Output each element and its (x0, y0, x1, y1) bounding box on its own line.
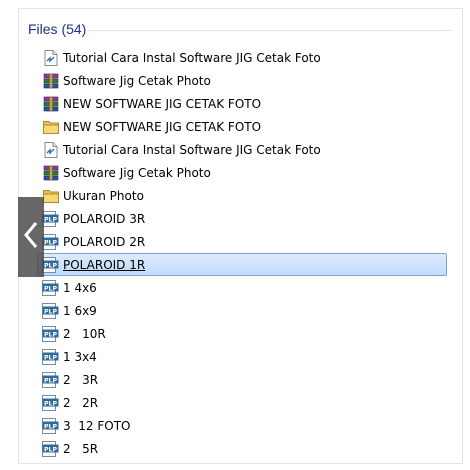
svg-text:PLP: PLP (44, 331, 57, 338)
plp-file-icon: PLP (42, 440, 59, 457)
file-list-item[interactable]: PLP 1 4x6 (37, 276, 447, 299)
plp-file-icon: PLP (42, 233, 59, 250)
file-list-item[interactable]: Software Jig Cetak Photo (37, 161, 447, 184)
back-button[interactable] (18, 197, 44, 277)
svg-text:PLP: PLP (44, 239, 57, 246)
file-name-label: 1 4x6 (63, 280, 97, 295)
plp-file-icon: PLP (42, 256, 59, 273)
file-list-item[interactable]: PLP 2 5R (37, 437, 447, 460)
svg-text:PLP: PLP (44, 423, 57, 430)
winrar-archive-icon (42, 95, 59, 112)
file-list-item[interactable]: PLP 3 12 FOTO (37, 414, 447, 437)
file-list-item[interactable]: Tutorial Cara Instal Software JIG Cetak … (37, 46, 447, 69)
file-list-item[interactable]: Software Jig Cetak Photo (37, 69, 447, 92)
file-name-label: Tutorial Cara Instal Software JIG Cetak … (63, 142, 321, 157)
svg-text:PLP: PLP (44, 446, 57, 453)
file-name-label: Tutorial Cara Instal Software JIG Cetak … (63, 50, 321, 65)
plp-file-icon: PLP (42, 348, 59, 365)
svg-text:PLP: PLP (44, 400, 57, 407)
file-name-label: 2 2R (63, 395, 99, 410)
file-list-item[interactable]: Tutorial Cara Instal Software JIG Cetak … (37, 138, 447, 161)
file-name-label: NEW SOFTWARE JIG CETAK FOTO (63, 96, 262, 111)
header-divider (89, 30, 452, 31)
text-document-icon (42, 49, 59, 66)
file-name-label: NEW SOFTWARE JIG CETAK FOTO (63, 119, 262, 134)
plp-file-icon: PLP (42, 371, 59, 388)
chevron-left-icon (23, 220, 39, 254)
file-list-item[interactable]: NEW SOFTWARE JIG CETAK FOTO (37, 92, 447, 115)
svg-text:PLP: PLP (44, 262, 57, 269)
files-header: Files (54) (28, 21, 87, 37)
file-name-label: 2 10R (63, 326, 106, 341)
file-list-item[interactable]: PLP 2 2R (37, 391, 447, 414)
file-name-label: 3 12 FOTO (63, 418, 131, 433)
file-list-item[interactable]: PLP POLAROID 1R (37, 253, 447, 276)
folder-icon (42, 118, 59, 135)
file-name-label: 2 3R (63, 372, 99, 387)
svg-text:PLP: PLP (44, 285, 57, 292)
svg-text:PLP: PLP (44, 216, 57, 223)
svg-text:PLP: PLP (44, 354, 57, 361)
file-list-item[interactable]: NEW SOFTWARE JIG CETAK FOTO (37, 115, 447, 138)
text-document-icon (42, 141, 59, 158)
file-list-item[interactable]: PLP 2 3R (37, 368, 447, 391)
file-list: Tutorial Cara Instal Software JIG Cetak … (37, 46, 447, 460)
file-name-label: 1 6x9 (63, 303, 97, 318)
plp-file-icon: PLP (42, 279, 59, 296)
plp-file-icon: PLP (42, 394, 59, 411)
file-list-item[interactable]: PLP 1 6x9 (37, 299, 447, 322)
file-list-item[interactable]: Ukuran Photo (37, 184, 447, 207)
plp-file-icon: PLP (42, 302, 59, 319)
folder-icon (42, 187, 59, 204)
file-name-label: 2 5R (63, 441, 99, 456)
file-name-label: POLAROID 3R (63, 211, 146, 226)
file-list-item[interactable]: PLP POLAROID 3R (37, 207, 447, 230)
svg-text:PLP: PLP (44, 308, 57, 315)
file-list-item[interactable]: PLP POLAROID 2R (37, 230, 447, 253)
winrar-archive-icon (42, 164, 59, 181)
file-name-label: Ukuran Photo (63, 188, 144, 203)
svg-text:PLP: PLP (44, 377, 57, 384)
file-name-label: POLAROID 2R (63, 234, 146, 249)
file-name-label: POLAROID 1R (63, 257, 146, 272)
plp-file-icon: PLP (42, 210, 59, 227)
file-name-label: Software Jig Cetak Photo (63, 165, 211, 180)
plp-file-icon: PLP (42, 325, 59, 342)
file-list-item[interactable]: PLP 2 10R (37, 322, 447, 345)
file-name-label: Software Jig Cetak Photo (63, 73, 211, 88)
plp-file-icon: PLP (42, 417, 59, 434)
file-list-item[interactable]: PLP 1 3x4 (37, 345, 447, 368)
winrar-archive-icon (42, 72, 59, 89)
file-name-label: 1 3x4 (63, 349, 97, 364)
search-results-panel: Files (54) Tutorial Cara Instal Software… (18, 8, 463, 464)
